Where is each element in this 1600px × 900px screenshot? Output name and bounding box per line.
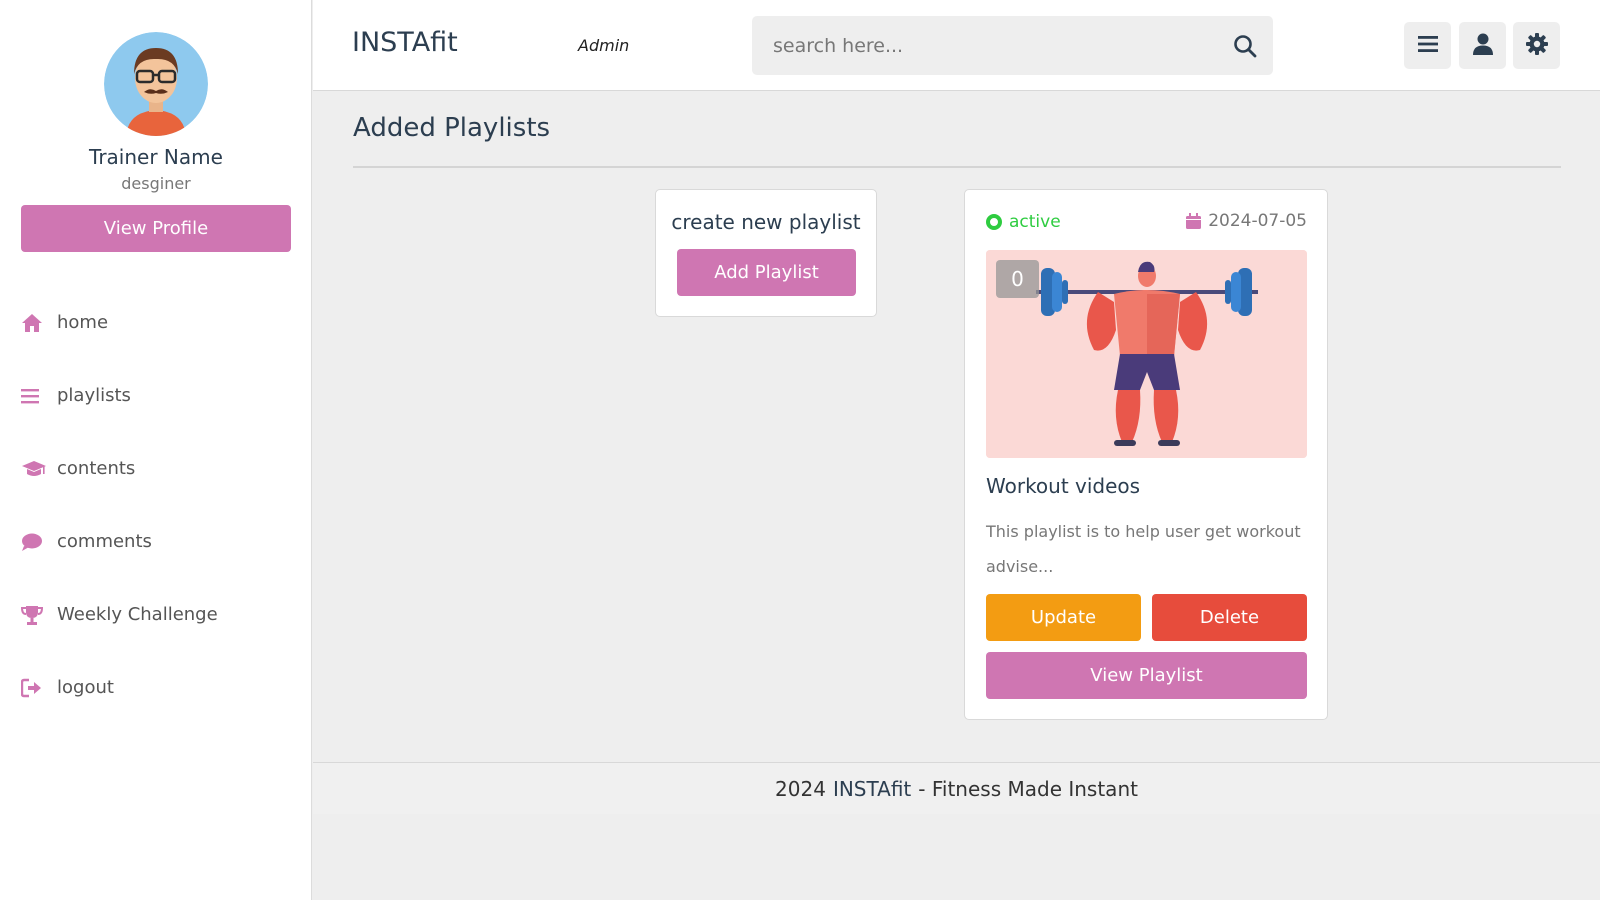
date-label: 2024-07-05	[1208, 211, 1307, 231]
graduation-cap-icon	[21, 457, 47, 481]
view-playlist-button[interactable]: View Playlist	[986, 652, 1307, 699]
trainer-name: Trainer Name	[89, 145, 223, 169]
trainer-role: desginer	[121, 174, 191, 193]
top-header: INSTAfit Admin	[313, 0, 1600, 91]
sidebar-item-playlists[interactable]: playlists	[0, 359, 312, 432]
gear-icon	[1525, 32, 1548, 59]
playlist-date: 2024-07-05	[1186, 211, 1307, 231]
search-icon[interactable]	[1231, 32, 1259, 60]
home-icon	[21, 311, 47, 335]
sidebar-item-label: contents	[57, 458, 136, 479]
user-icon	[1472, 33, 1493, 59]
video-count-badge: 0	[996, 260, 1039, 298]
sidebar: Trainer Name desginer View Profile home …	[0, 0, 312, 900]
app-logo[interactable]: INSTAfit	[352, 27, 458, 58]
sidebar-item-home[interactable]: home	[0, 286, 312, 359]
menu-icon	[1417, 35, 1438, 57]
sidebar-item-logout[interactable]: logout	[0, 651, 312, 724]
search-input[interactable]	[752, 16, 1212, 75]
footer-brand: INSTAfit	[832, 776, 912, 801]
logout-icon	[21, 676, 47, 700]
create-playlist-card: create new playlist Add Playlist	[655, 189, 877, 317]
playlist-title: Workout videos	[986, 474, 1141, 498]
status-label: active	[1009, 212, 1061, 232]
calendar-icon	[1186, 213, 1202, 229]
menu-button[interactable]	[1404, 22, 1451, 69]
search-bar	[752, 16, 1273, 75]
sidebar-item-label: logout	[57, 677, 114, 698]
sidebar-item-comments[interactable]: comments	[0, 505, 312, 578]
title-divider	[353, 166, 1561, 168]
page-title: Added Playlists	[353, 113, 551, 143]
sidebar-item-contents[interactable]: contents	[0, 432, 312, 505]
update-button[interactable]: Update	[986, 594, 1141, 641]
sidebar-item-weekly-challenge[interactable]: Weekly Challenge	[0, 578, 312, 651]
list-icon	[21, 384, 47, 408]
settings-button[interactable]	[1513, 22, 1560, 69]
add-playlist-button[interactable]: Add Playlist	[677, 249, 856, 296]
trophy-icon	[21, 603, 47, 627]
sidebar-item-label: Weekly Challenge	[57, 604, 218, 625]
sidebar-nav: home playlists contents comments Weekly …	[0, 286, 312, 724]
sidebar-item-label: playlists	[57, 385, 131, 406]
sidebar-item-label: comments	[57, 531, 152, 552]
view-profile-button[interactable]: View Profile	[21, 205, 291, 252]
avatar	[104, 32, 208, 136]
comment-icon	[21, 530, 47, 554]
playlist-card: active 2024-07-05 0 Workout videos This …	[964, 189, 1328, 720]
status-badge: active	[986, 212, 1061, 232]
user-button[interactable]	[1459, 22, 1506, 69]
sidebar-item-label: home	[57, 312, 109, 333]
role-label: Admin	[578, 36, 630, 55]
footer-year: 2024	[775, 776, 826, 801]
status-dot-icon	[986, 214, 1002, 230]
footer-tagline: - Fitness Made Instant	[918, 776, 1138, 801]
create-playlist-title: create new playlist	[671, 210, 861, 234]
footer: 2024 INSTAfit - Fitness Made Instant	[313, 762, 1600, 814]
delete-button[interactable]: Delete	[1152, 594, 1307, 641]
playlist-description: This playlist is to help user get workou…	[986, 522, 1301, 576]
